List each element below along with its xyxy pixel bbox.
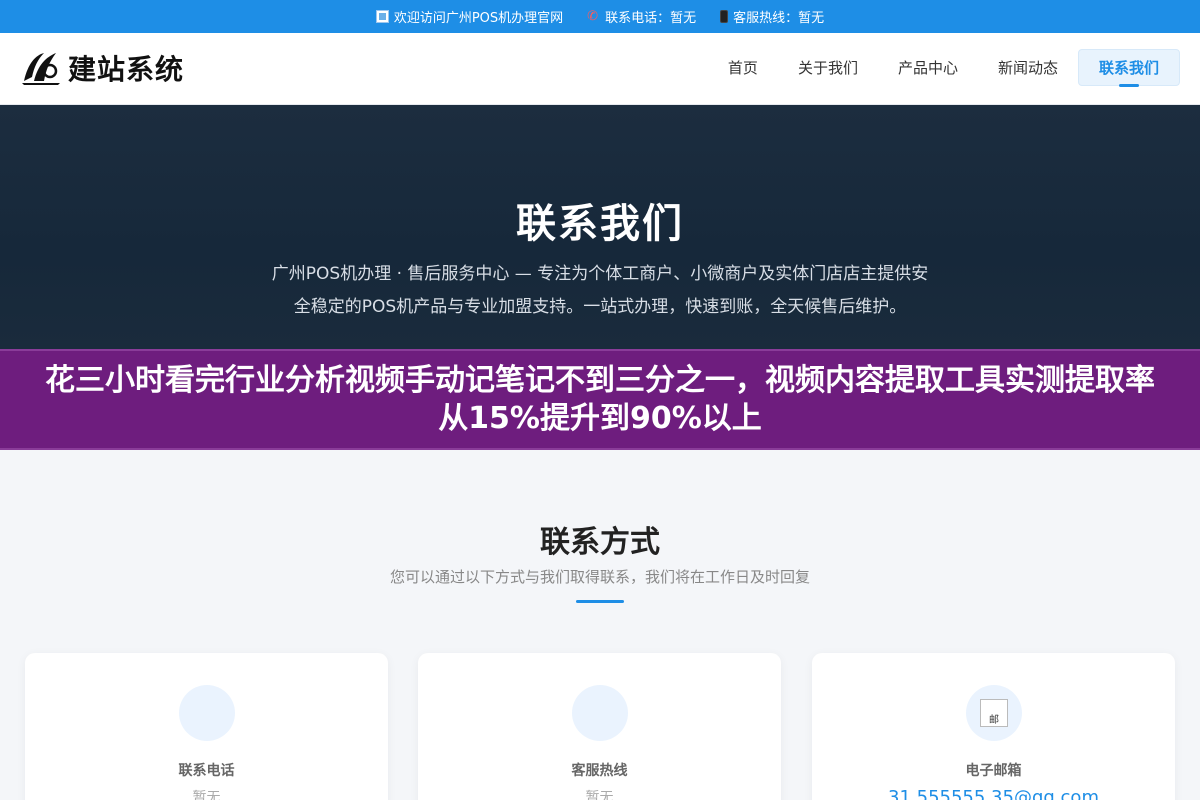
- main-nav: 首页 关于我们 产品中心 新闻动态 联系我们: [708, 49, 1180, 87]
- contact-card-hotline: 客服热线 暂无: [418, 653, 781, 800]
- hotline-item: 客服热线：暂无: [720, 7, 824, 26]
- headset-icon: [572, 685, 628, 741]
- hero-banner: 联系我们 广州POS机办理 · 售后服务中心 — 专注为个体工商户、小微商户及实…: [0, 105, 1200, 350]
- logo-text: 建站系统: [68, 53, 185, 86]
- contact-card-phone: 联系电话 暂无: [25, 653, 388, 800]
- nav-item-home[interactable]: 首页: [708, 49, 778, 86]
- contact-section-subtitle: 您可以通过以下方式与我们取得联系，我们将在工作日及时回复: [389, 568, 810, 586]
- welcome-text: 欢迎访问广州POS机办理官网: [393, 11, 564, 26]
- card-value: 暂无: [192, 790, 221, 800]
- hero-title: 联系我们: [516, 201, 684, 247]
- card-label: 电子邮箱: [965, 763, 1022, 779]
- promo-text: 花三小时看完行业分析视频手动记笔记不到三分之一，视频内容提取工具实测提取率从15…: [45, 362, 1155, 436]
- broken-image-icon: 邮: [980, 699, 1008, 727]
- phone-text: 联系电话：暂无: [605, 11, 697, 26]
- card-label: 客服热线: [571, 763, 628, 779]
- hero-description: 广州POS机办理 · 售后服务中心 — 专注为个体工商户、小微商户及实体门店店主…: [271, 264, 929, 317]
- top-info-bar: 欢迎访问广州POS机办理官网 ✆ 联系电话：暂无 客服热线：暂无: [0, 0, 1200, 33]
- site-icon: [375, 10, 389, 23]
- contact-card-email: 邮 电子邮箱 31.555555.35@qq.com: [812, 653, 1175, 800]
- nav-item-about[interactable]: 关于我们: [778, 49, 878, 86]
- phone-icon: [179, 685, 235, 741]
- email-link[interactable]: 31.555555.35@qq.com: [812, 787, 1175, 800]
- welcome-item: 欢迎访问广州POS机办理官网: [375, 7, 564, 26]
- mobile-icon: [720, 10, 729, 23]
- mail-icon: 邮: [966, 685, 1022, 741]
- phone-icon: ✆: [587, 9, 599, 24]
- hotline-text: 客服热线：暂无: [733, 11, 825, 26]
- nav-item-contact[interactable]: 联系我们: [1077, 49, 1180, 87]
- phone-item: ✆ 联系电话：暂无: [587, 7, 696, 26]
- site-header: 建站系统 首页 关于我们 产品中心 新闻动态 联系我们: [0, 33, 1200, 105]
- card-label: 联系电话: [178, 763, 235, 779]
- nav-item-products[interactable]: 产品中心: [878, 49, 978, 86]
- card-value: 暂无: [585, 790, 614, 800]
- nav-item-news[interactable]: 新闻动态: [978, 49, 1078, 86]
- site-logo[interactable]: 建站系统: [20, 47, 184, 89]
- promo-banner[interactable]: 花三小时看完行业分析视频手动记笔记不到三分之一，视频内容提取工具实测提取率从15…: [0, 349, 1200, 450]
- logo-mark-icon: [22, 53, 60, 85]
- section-divider: [576, 600, 624, 603]
- contact-section-title: 联系方式: [540, 525, 660, 560]
